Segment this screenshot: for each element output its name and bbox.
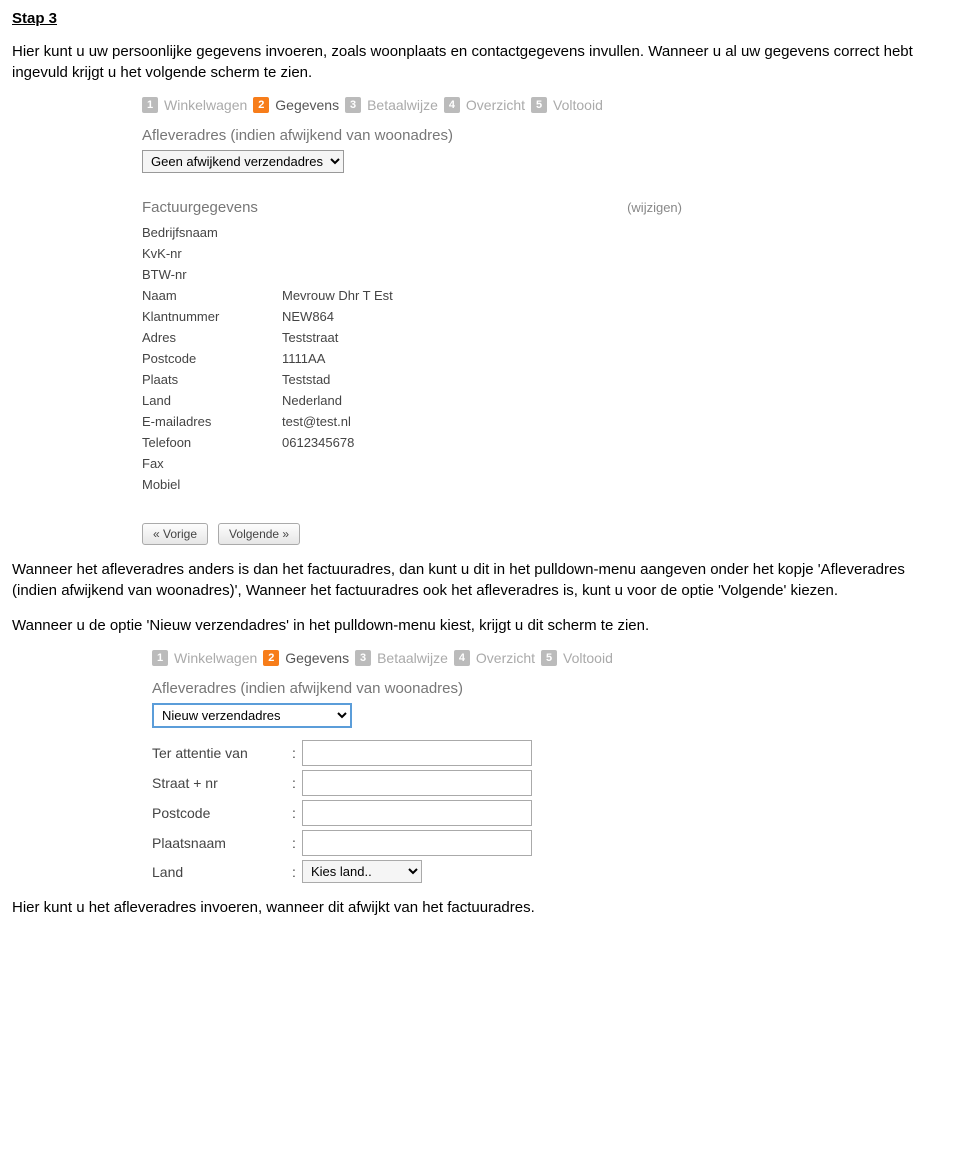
- step-label-1: Winkelwagen: [164, 97, 247, 113]
- step-num-2: 2: [253, 97, 269, 113]
- step-label-5: Voltooid: [553, 97, 603, 113]
- row-postcode2: Postcode :: [152, 800, 752, 826]
- row-bedrijfsnaam: Bedrijfsnaam: [142, 222, 393, 243]
- step-label-1b: Winkelwagen: [174, 650, 257, 666]
- outro-text: Hier kunt u het afleveradres invoeren, w…: [12, 897, 948, 918]
- step-num-2b: 2: [263, 650, 279, 666]
- label-straat: Straat + nr: [152, 775, 292, 791]
- select-land[interactable]: Kies land..: [302, 860, 422, 883]
- row-btw: BTW-nr: [142, 264, 393, 285]
- row-fax: Fax: [142, 453, 393, 474]
- step-num-3: 3: [345, 97, 361, 113]
- input-postcode2[interactable]: [302, 800, 532, 826]
- step-label-2b: Gegevens: [285, 650, 349, 666]
- row-email: E-mailadrestest@test.nl: [142, 411, 393, 432]
- prev-button[interactable]: « Vorige: [142, 523, 208, 545]
- step-label-4b: Overzicht: [476, 650, 535, 666]
- row-land2: Land : Kies land..: [152, 860, 752, 883]
- label-land2: Land: [152, 864, 292, 880]
- checkout-stepper-2: 1 Winkelwagen 2 Gegevens 3 Betaalwijze 4…: [152, 650, 752, 666]
- step-label-5b: Voltooid: [563, 650, 613, 666]
- next-button[interactable]: Volgende »: [218, 523, 300, 545]
- step-num-5: 5: [531, 97, 547, 113]
- mid-text-1: Wanneer het afleveradres anders is dan h…: [12, 559, 948, 601]
- row-land: LandNederland: [142, 390, 393, 411]
- step-label-4: Overzicht: [466, 97, 525, 113]
- step-num-3b: 3: [355, 650, 371, 666]
- input-plaatsnaam[interactable]: [302, 830, 532, 856]
- row-naam: NaamMevrouw Dhr T Est: [142, 285, 393, 306]
- row-mobiel: Mobiel: [142, 474, 393, 495]
- step-num-4: 4: [444, 97, 460, 113]
- afleveradres-select-open[interactable]: Nieuw verzendadres: [152, 703, 352, 728]
- mid-text-2: Wanneer u de optie 'Nieuw verzendadres' …: [12, 615, 948, 636]
- afleveradres-title: Afleveradres (indien afwijkend van woona…: [142, 127, 742, 144]
- row-plaatsnaam: Plaatsnaam :: [152, 830, 752, 856]
- step-heading: Stap 3: [12, 10, 948, 27]
- step-num-1: 1: [142, 97, 158, 113]
- label-tav: Ter attentie van: [152, 745, 292, 761]
- row-plaats: PlaatsTeststad: [142, 369, 393, 390]
- afleveradres-select[interactable]: Geen afwijkend verzendadres: [142, 150, 344, 173]
- row-kvk: KvK-nr: [142, 243, 393, 264]
- step-num-4b: 4: [454, 650, 470, 666]
- input-straat[interactable]: [302, 770, 532, 796]
- row-straat: Straat + nr :: [152, 770, 752, 796]
- label-plaatsnaam: Plaatsnaam: [152, 835, 292, 851]
- step-num-1b: 1: [152, 650, 168, 666]
- input-tav[interactable]: [302, 740, 532, 766]
- step-label-3b: Betaalwijze: [377, 650, 448, 666]
- factuur-title: Factuurgegevens: [142, 199, 627, 216]
- wijzigen-link[interactable]: (wijzigen): [627, 200, 682, 215]
- factuur-details: Bedrijfsnaam KvK-nr BTW-nr NaamMevrouw D…: [142, 222, 393, 495]
- step-label-2: Gegevens: [275, 97, 339, 113]
- row-adres: AdresTeststraat: [142, 327, 393, 348]
- screenshot-gegevens: 1 Winkelwagen 2 Gegevens 3 Betaalwijze 4…: [142, 97, 742, 545]
- step-num-5b: 5: [541, 650, 557, 666]
- label-postcode2: Postcode: [152, 805, 292, 821]
- checkout-stepper: 1 Winkelwagen 2 Gegevens 3 Betaalwijze 4…: [142, 97, 742, 113]
- row-klantnummer: KlantnummerNEW864: [142, 306, 393, 327]
- screenshot-nieuw-verzendadres: 1 Winkelwagen 2 Gegevens 3 Betaalwijze 4…: [152, 650, 752, 883]
- afleveradres-title-2: Afleveradres (indien afwijkend van woona…: [152, 680, 752, 697]
- intro-text: Hier kunt u uw persoonlijke gegevens inv…: [12, 41, 948, 83]
- row-telefoon: Telefoon0612345678: [142, 432, 393, 453]
- step-label-3: Betaalwijze: [367, 97, 438, 113]
- row-postcode: Postcode1111AA: [142, 348, 393, 369]
- row-tav: Ter attentie van :: [152, 740, 752, 766]
